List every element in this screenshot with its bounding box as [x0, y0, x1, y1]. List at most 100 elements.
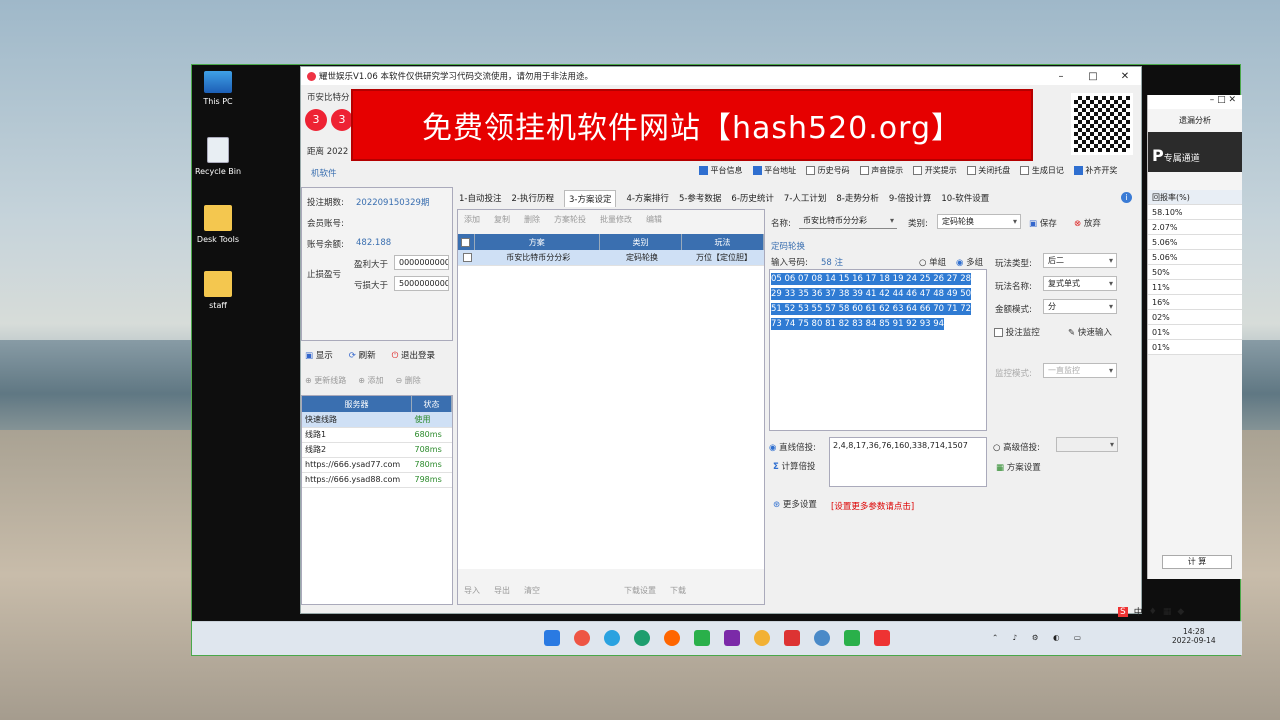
onenote-icon[interactable] [724, 630, 740, 646]
copy-plan-button[interactable]: 复制 [494, 214, 510, 225]
multi-radio[interactable]: ◉ 多组 [956, 256, 983, 268]
tab-auto-bet[interactable]: 1-自动投注 [459, 190, 501, 207]
camtasia-icon[interactable] [844, 630, 860, 646]
tab-plan-settings[interactable]: 3-方案设定 [563, 190, 617, 207]
quick-input-button[interactable]: ✎ 快速输入 [1068, 326, 1112, 338]
tab-statistics[interactable]: 6-历史统计 [731, 190, 773, 207]
option-checkbox[interactable]: 平台信息 [699, 165, 743, 176]
calc-button[interactable]: Σ 计算倍投 [773, 460, 816, 472]
account-panel: 投注期数: 202209150329期 会员账号: 账号余额: 482.188 … [301, 187, 453, 341]
edge-icon[interactable] [634, 630, 650, 646]
refresh-button[interactable]: ⟳ 刷新 [349, 349, 376, 361]
delete-plan-button[interactable]: 删除 [524, 214, 540, 225]
maximize-button[interactable]: □ [1077, 71, 1109, 82]
option-checkbox[interactable]: 平台地址 [752, 165, 796, 176]
more-settings-hint[interactable]: [设置更多参数请点击] [831, 500, 914, 512]
table-row[interactable]: 快速线路 使用 [302, 412, 452, 428]
more-settings-button[interactable]: ⊛ 更多设置 [773, 498, 817, 510]
option-bar: 平台信息 平台地址 历史号码 声音提示 开奖提示 关闭托盘 生成日记 补齐开奖 [699, 165, 1117, 176]
edit-plan-button[interactable]: 编辑 [646, 214, 662, 225]
ime-toolbar[interactable]: S 中 ♦ ▦ ◆ [1118, 605, 1184, 618]
delete-server-button[interactable]: ⊖ 删除 [396, 375, 421, 386]
table-row[interactable]: 线路1 680ms [302, 427, 452, 443]
download-button[interactable]: 下载 [670, 585, 686, 596]
play-type-select[interactable]: 后二 [1043, 253, 1117, 268]
trend-side-window: – □ ✕ 遗漏分析 P专属通道 回报率(%) 58.10% 2.07% 5.0… [1147, 95, 1242, 579]
telegram-icon[interactable] [604, 630, 620, 646]
desktop-icon-this-pc[interactable]: This PC [188, 71, 248, 106]
monitor-mode-select[interactable]: 一直监控 [1043, 363, 1117, 378]
linear-radio[interactable]: ◉ 直线倍投: [769, 441, 816, 453]
firefox-icon[interactable] [664, 630, 680, 646]
save-button[interactable]: ▣ 保存 [1029, 217, 1057, 229]
linear-input[interactable]: 2,4,8,17,36,76,160,338,714,1507 [829, 437, 987, 487]
desktop-icon-label: Desk Tools [196, 235, 240, 244]
option-checkbox[interactable]: 历史号码 [806, 165, 850, 176]
keyboard-icon: ▦ [1162, 606, 1172, 617]
loss-input[interactable]: 50000000000 [394, 276, 449, 291]
minimize-button[interactable]: – [1045, 71, 1077, 82]
single-radio[interactable]: ○ 单组 [919, 256, 946, 268]
tab-reference[interactable]: 5-参考数据 [679, 190, 721, 207]
rotate-plan-button[interactable]: 方案轮投 [554, 214, 586, 225]
update-line-button[interactable]: ⊕ 更新线路 [305, 375, 346, 386]
tab-plan-ranking[interactable]: 4-方案排行 [626, 190, 668, 207]
option-checkbox[interactable]: 生成日记 [1020, 165, 1064, 176]
desktop-icon-staff[interactable]: staff [188, 271, 248, 310]
table-row[interactable]: 线路2 708ms [302, 442, 452, 458]
name-label: 名称: [771, 219, 791, 229]
show-button[interactable]: ▣ 显示 [305, 349, 333, 361]
tab-trend[interactable]: 8-走势分析 [836, 190, 878, 207]
add-server-button[interactable]: ⊕ 添加 [358, 375, 383, 386]
download-settings-button[interactable]: 下载设置 [624, 585, 656, 596]
plan-panel: 添加 复制 删除 方案轮投 批量修改 编辑 方案 类别 玩法 币安比特币分分彩 定码轮… [457, 209, 765, 605]
start-icon[interactable] [544, 630, 560, 646]
chrome-icon[interactable] [574, 630, 590, 646]
table-row[interactable]: https://666.ysad88.com 798ms [302, 472, 452, 488]
table-row[interactable]: https://666.ysad77.com 780ms [302, 457, 452, 473]
wechat-icon[interactable] [694, 630, 710, 646]
close-button[interactable]: ✕ [1109, 71, 1141, 82]
tray-icons[interactable]: ⌃ ♪ ⚙ ◐ ▭ [992, 633, 1087, 642]
play-name-select[interactable]: 复式单式 [1043, 276, 1117, 291]
clock[interactable]: 14:28 2022-09-14 [1172, 627, 1216, 645]
batch-edit-button[interactable]: 批量修改 [600, 214, 632, 225]
plan-name-input[interactable]: 币安比特币分分彩 [799, 214, 897, 229]
monitor-checkbox[interactable]: 投注监控 [994, 326, 1040, 338]
profit-input[interactable]: 00000000000 [394, 255, 449, 270]
app-taskbar-icon[interactable] [784, 630, 800, 646]
desktop-icon-recycle-bin[interactable]: Recycle Bin [188, 137, 248, 176]
help-icon[interactable]: i [1121, 192, 1132, 203]
import-button[interactable]: 导入 [464, 585, 480, 596]
desktop-icon-desk-tools[interactable]: Desk Tools [188, 205, 248, 244]
tab-manual-plan[interactable]: 7-人工计划 [784, 190, 826, 207]
calc-button[interactable]: 计 算 [1162, 555, 1232, 569]
table-row[interactable]: 币安比特币分分彩 定码轮换 万位【定位胆】 [458, 250, 764, 266]
tab-multiplier[interactable]: 9-倍投计算 [889, 190, 931, 207]
virtual-desktop: This PC Recycle Bin Desk Tools staff 耀世娱… [188, 64, 1242, 656]
logout-button[interactable]: ⏻ 退出登录 [392, 349, 435, 361]
money-select[interactable]: 分 [1043, 299, 1117, 314]
abandon-button[interactable]: ⊗ 放弃 [1074, 217, 1101, 229]
plan-settings-button[interactable]: ▦ 方案设置 [996, 461, 1041, 473]
add-plan-button[interactable]: 添加 [464, 214, 480, 225]
recycle-bin-icon [207, 137, 229, 163]
option-checkbox[interactable]: 补齐开奖 [1073, 165, 1117, 176]
period-value: 202209150329期 [356, 198, 430, 208]
globe-icon[interactable] [814, 630, 830, 646]
export-button[interactable]: 导出 [494, 585, 510, 596]
option-checkbox[interactable]: 开奖提示 [913, 165, 957, 176]
advanced-select[interactable] [1056, 437, 1118, 452]
option-checkbox[interactable]: 声音提示 [859, 165, 903, 176]
recorder-icon[interactable] [874, 630, 890, 646]
type-select[interactable]: 定码轮换 [937, 214, 1021, 229]
tab-history[interactable]: 2-执行历程 [511, 190, 553, 207]
clear-button[interactable]: 清空 [524, 585, 540, 596]
count-label: 58 注 [821, 258, 844, 268]
tab-software-settings[interactable]: 10-软件设置 [941, 190, 989, 207]
option-checkbox[interactable]: 关闭托盘 [966, 165, 1010, 176]
advanced-radio[interactable]: ○ 高级倍投: [993, 441, 1040, 453]
column-header: 服务器 [302, 396, 412, 412]
browser-icon[interactable] [754, 630, 770, 646]
side-window-controls[interactable]: – □ ✕ [1148, 95, 1242, 109]
